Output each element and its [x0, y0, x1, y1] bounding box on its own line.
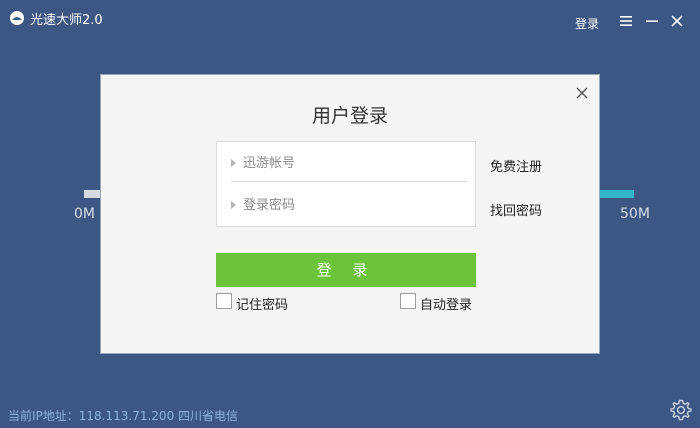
password-input[interactable]	[243, 194, 463, 216]
caret-right-icon	[231, 201, 236, 209]
auto-login-label: 自动登录	[420, 298, 473, 313]
login-button[interactable]: 登 录	[216, 253, 476, 287]
gauge-bar-left	[84, 190, 100, 198]
title-bar: 光速大师2.0 登录	[0, 0, 700, 40]
header-login-link[interactable]: 登录	[575, 15, 599, 32]
gauge-min-label: 0M	[74, 206, 95, 222]
dialog-close-icon[interactable]	[575, 86, 589, 100]
minimize-icon[interactable]	[643, 12, 661, 30]
checkbox-box[interactable]	[400, 293, 416, 309]
app-title: 光速大师2.0	[30, 13, 103, 28]
forgot-password-link[interactable]: 找回密码	[490, 200, 542, 219]
remember-password-checkbox[interactable]: 记住密码	[216, 293, 296, 313]
account-field	[231, 144, 467, 182]
checkbox-box[interactable]	[216, 293, 232, 309]
gear-icon[interactable]	[669, 398, 693, 422]
account-input[interactable]	[243, 152, 463, 174]
close-icon[interactable]	[668, 12, 686, 30]
remember-password-label: 记住密码	[236, 298, 289, 313]
password-field	[231, 186, 467, 224]
dialog-title: 用户登录	[311, 105, 388, 127]
gauge-max-label: 50M	[620, 206, 650, 222]
ip-info-text: 当前IP地址：118.113.71.200 四川省电信	[8, 409, 239, 423]
caret-right-icon	[231, 159, 236, 167]
login-dialog: 用户登录 免费注册 找回密码 登 录 记住密码 自动登录	[100, 74, 600, 354]
app-logo-icon	[10, 11, 24, 25]
login-form-box	[216, 141, 476, 227]
register-link[interactable]: 免费注册	[490, 156, 542, 175]
gauge-bar-right	[600, 190, 634, 198]
auto-login-checkbox[interactable]: 自动登录	[400, 293, 480, 313]
menu-icon[interactable]	[617, 12, 635, 30]
